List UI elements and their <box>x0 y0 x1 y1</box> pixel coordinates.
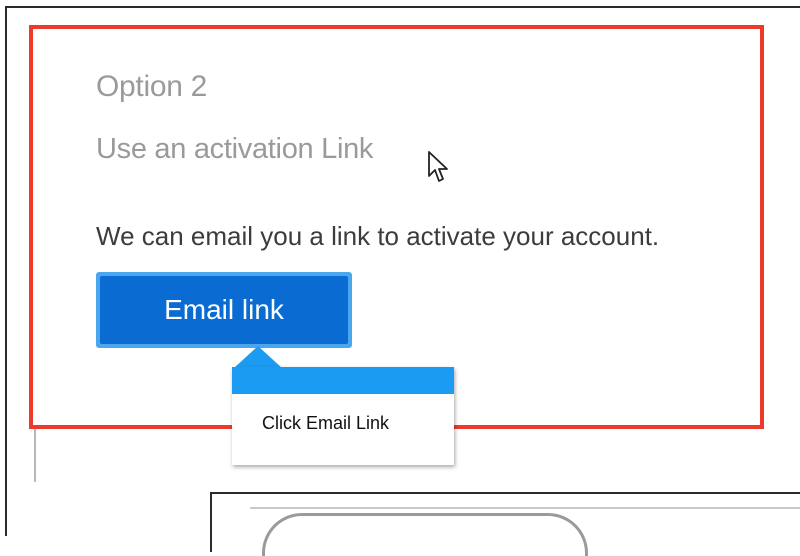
tooltip-arrow <box>234 346 282 368</box>
tooltip-text: Click Email Link <box>262 413 390 433</box>
option-description: We can email you a link to activate your… <box>96 221 660 251</box>
divider <box>34 428 36 482</box>
email-link-button[interactable]: Email link <box>96 272 352 348</box>
screenshot-frame: Option 2 Use an activation Link We can e… <box>0 0 800 556</box>
email-link-button-label: Email link <box>100 276 348 344</box>
secondary-panel-control <box>262 513 588 556</box>
secondary-panel-divider <box>250 507 800 509</box>
tooltip-header-bar <box>232 367 454 394</box>
option-subtitle: Use an activation Link <box>96 133 374 165</box>
option-title: Option 2 <box>96 70 208 103</box>
tooltip-callout: Click Email Link <box>232 367 454 465</box>
arrow-cursor-icon <box>428 151 448 182</box>
